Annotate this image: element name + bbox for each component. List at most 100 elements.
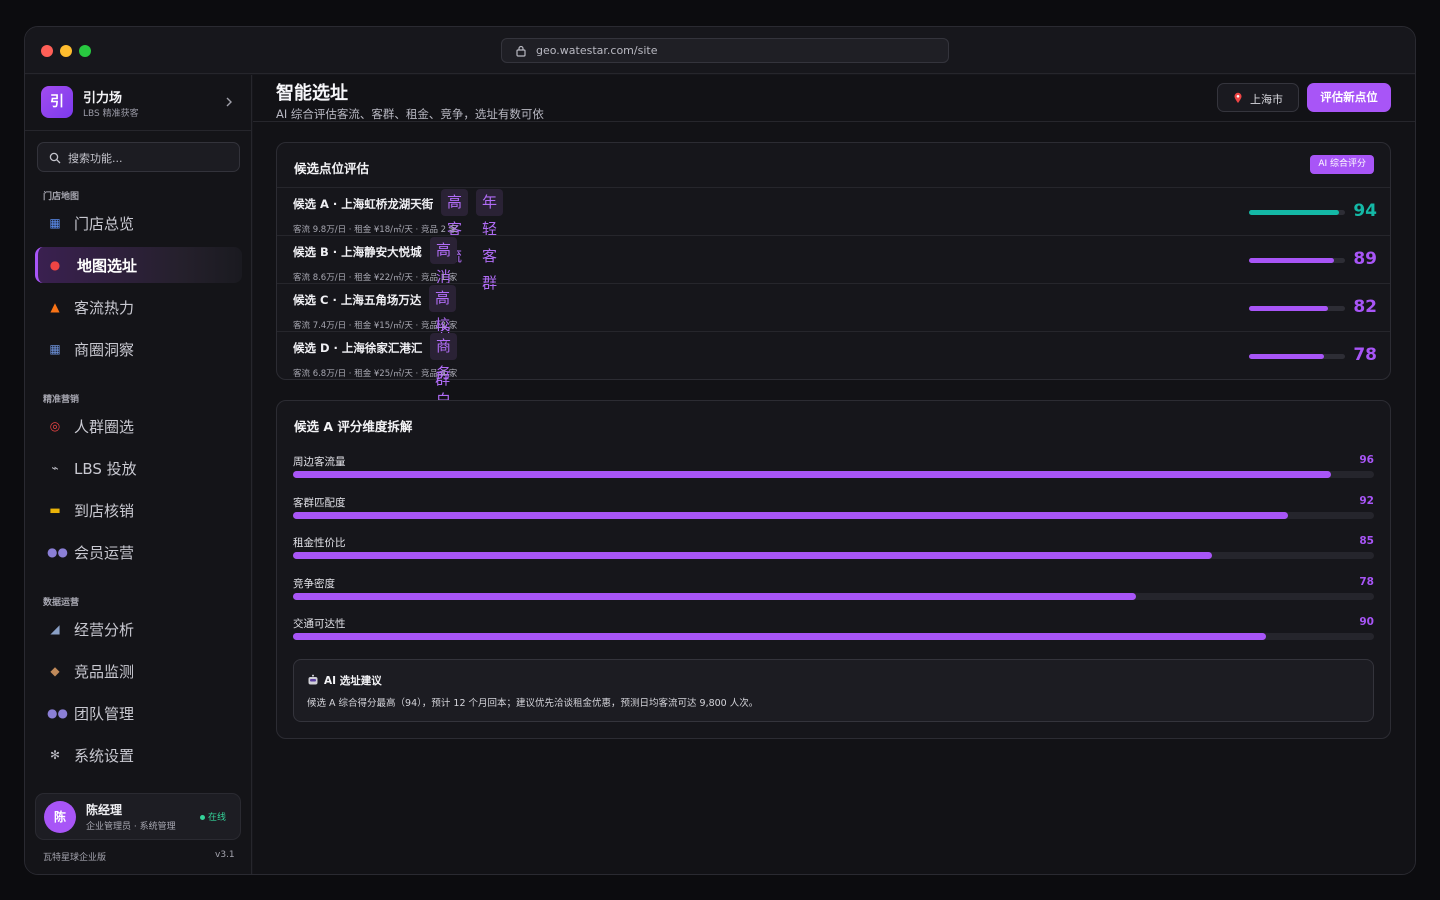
dimension-bar <box>293 552 1374 559</box>
address-bar[interactable]: geo.watestar.com/site <box>501 38 949 63</box>
city-label: 上海市 <box>1250 93 1283 106</box>
city-selector-button[interactable]: 上海市 <box>1217 83 1299 112</box>
sidebar-item-pin[interactable]: ● 地图选址 <box>35 247 242 283</box>
score-bar-fill <box>1249 210 1340 215</box>
advice-text: 候选 A 综合得分最高（94），预计 12 个月回本；建议优先洽谈租金优惠，预测… <box>307 698 759 709</box>
dimension-label: 竞争密度 <box>293 577 335 590</box>
brand-header[interactable]: 引 引力场 LBS 精准获客 <box>25 75 252 131</box>
sidebar-item-members[interactable]: ●● 会员运营 <box>35 534 242 570</box>
sidebar-item-team[interactable]: ●● 团队管理 <box>35 695 242 731</box>
candidate-name: 候选 C · 上海五角场万达 <box>293 293 422 307</box>
dimension-row: 租金性价比 85 <box>293 535 1374 575</box>
candidate-tag: 年轻客群 <box>476 189 504 292</box>
sidebar-item-label: 会员运营 <box>74 544 135 562</box>
candidate-name: 候选 B · 上海静安大悦城 <box>293 245 422 259</box>
dimension-bar <box>293 511 1374 519</box>
close-window-button[interactable] <box>41 45 53 57</box>
dimension-label: 周边客流量 <box>293 456 346 468</box>
sidebar-item-label: 门店总览 <box>74 215 135 233</box>
sidebar-item-label: 地图选址 <box>77 257 138 275</box>
dimension-bar-fill <box>293 511 1288 519</box>
user-card[interactable]: 陈 陈经理 企业管理员 · 系统管理 在线 <box>35 793 241 840</box>
evaluate-new-site-button[interactable]: 评估新点位 <box>1307 83 1391 112</box>
edition-label: 瓦特星球企业版 <box>43 853 107 863</box>
dimension-label: 租金性价比 <box>293 537 346 549</box>
browser-titlebar: geo.watestar.com/site <box>25 27 1415 74</box>
search-input[interactable] <box>68 149 233 167</box>
dimension-label: 客群匹配度 <box>293 496 346 509</box>
sidebar-item-ticket[interactable]: ▬ 到店核销 <box>35 492 242 528</box>
sidebar-item-target[interactable]: ◎ 人群圈选 <box>35 408 242 444</box>
maximize-window-button[interactable] <box>79 45 91 57</box>
candidate-tag: 高消费力 <box>430 237 458 340</box>
breakdown-card: 候选 A 评分维度拆解 周边客流量 96 客群匹配度 92 租金性价比 85 竞争密度 78 交… <box>276 400 1391 739</box>
dimension-bar-fill <box>293 552 1212 559</box>
chart-icon: ◢ <box>50 622 60 636</box>
fire-icon: ▲ <box>50 300 60 314</box>
candidate-row[interactable]: 候选 C · 上海五角场万达高校客群客流 7.4万/日 · 租金 ¥15/㎡/天… <box>277 283 1390 388</box>
sidebar-item-label: 商圈洞察 <box>74 341 135 359</box>
page-subtitle: AI 综合评估客流、客群、租金、竞争，选址有数可依 <box>276 107 544 121</box>
candidate-meta: 客流 8.6万/日 · 租金 ¥22/㎡/天 · 竞品 1 家 <box>293 273 458 283</box>
sidebar-item-satellite[interactable]: ⌁ LBS 投放 <box>35 450 242 486</box>
sidebar-item-label: 客流热力 <box>74 299 135 317</box>
map-icon: ▦ <box>49 216 61 230</box>
sidebar-item-label: LBS 投放 <box>74 460 137 478</box>
score-bar-fill <box>1249 354 1324 359</box>
search-box[interactable] <box>37 142 240 172</box>
section-label: 精准营销 <box>43 395 80 405</box>
score-value: 82 <box>1353 297 1377 317</box>
score-bar <box>1249 306 1345 311</box>
dimension-bar-fill <box>293 471 1331 478</box>
avatar: 陈 <box>44 801 76 833</box>
score-bar-fill <box>1249 306 1328 311</box>
divider <box>253 121 1415 122</box>
candidate-name: 候选 A · 上海虹桥龙湖天街 <box>293 197 434 211</box>
dimension-bar-fill <box>293 633 1266 640</box>
candidate-row[interactable]: 候选 D · 上海徐家汇港汇商务白领客流 6.8万/日 · 租金 ¥25/㎡/天… <box>277 331 1390 436</box>
dimension-row: 周边客流量 96 <box>293 454 1374 494</box>
candidate-row[interactable]: 候选 A · 上海虹桥龙湖天街高客流年轻客群 客流 9.8万/日 · 租金 ¥18… <box>277 187 1390 292</box>
pin-icon <box>1234 92 1242 103</box>
dimension-bar <box>293 633 1374 640</box>
user-name: 陈经理 <box>86 803 123 817</box>
dimension-label: 交通可达性 <box>293 618 346 630</box>
sidebar-item-map[interactable]: ▦ 门店总览 <box>35 205 242 241</box>
members-icon: ●● <box>47 545 68 559</box>
main-content: 智能选址 AI 综合评估客流、客群、租金、竞争，选址有数可依 上海市 评估新点位… <box>253 75 1415 874</box>
section-label: 数据运营 <box>43 598 80 608</box>
sidebar-item-fire[interactable]: ▲ 客流热力 <box>35 289 242 325</box>
search-icon <box>49 152 61 164</box>
dimension-bar <box>293 592 1374 600</box>
sidebar-item-label: 到店核销 <box>74 502 135 520</box>
dimension-row: 交通可达性 90 <box>293 616 1374 656</box>
sidebar-item-chart[interactable]: ◢ 经营分析 <box>35 611 242 647</box>
dimension-bar <box>293 471 1374 478</box>
dimension-row: 竞争密度 78 <box>293 576 1374 616</box>
chevron-right-icon[interactable] <box>224 95 234 109</box>
brand-logo: 引 <box>41 86 73 118</box>
score-bar <box>1249 210 1345 215</box>
ticket-icon: ▬ <box>49 503 61 517</box>
advice-title: AI 选址建议 <box>324 675 382 687</box>
score-bar <box>1249 258 1345 263</box>
minimize-window-button[interactable] <box>60 45 72 57</box>
dimension-row: 客群匹配度 92 <box>293 495 1374 535</box>
sidebar-item-gear[interactable]: ✻ 系统设置 <box>35 737 242 773</box>
candidates-card: 候选点位评估 AI 综合评分 候选 A · 上海虹桥龙湖天街高客流年轻客群客流 … <box>276 142 1391 436</box>
candidate-tag: 商务白领 <box>430 333 458 436</box>
brand-subtitle: LBS 精准获客 <box>83 109 139 119</box>
sidebar-item-buildings[interactable]: ▦ 商圈洞察 <box>35 331 242 367</box>
sidebar-item-label: 人群圈选 <box>74 418 135 436</box>
sidebar-item-label: 系统设置 <box>74 747 135 765</box>
candidate-row[interactable]: 候选 B · 上海静安大悦城高消费力客流 8.6万/日 · 租金 ¥22/㎡/天… <box>277 235 1390 340</box>
page-title: 智能选址 <box>276 83 348 104</box>
dimension-bar-fill <box>293 592 1137 600</box>
dimension-value: 92 <box>1359 494 1374 507</box>
score-value: 89 <box>1353 249 1377 269</box>
robot-icon <box>308 674 318 685</box>
satellite-icon: ⌁ <box>51 461 59 475</box>
sidebar-item-spy[interactable]: ◆ 竞品监测 <box>35 653 242 689</box>
status-badge: 在线 <box>200 810 226 823</box>
target-icon: ◎ <box>49 419 61 433</box>
